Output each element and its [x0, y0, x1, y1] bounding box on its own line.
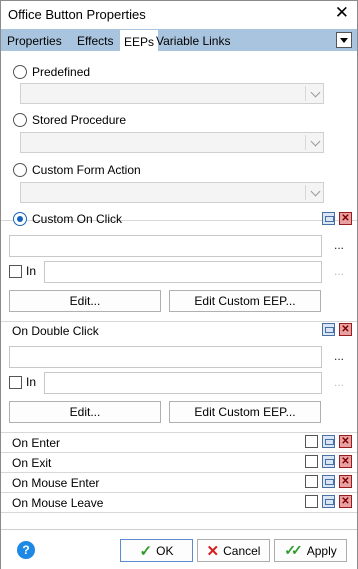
- section-divider: [1, 492, 357, 493]
- title-bar: Office Button Properties ✕: [1, 1, 357, 28]
- on-exit-label: On Exit: [12, 456, 52, 470]
- close-icon[interactable]: ✕: [335, 4, 349, 22]
- restore-icon[interactable]: [322, 323, 335, 336]
- restore-icon[interactable]: [322, 455, 335, 468]
- custom-on-click-label: Custom On Click: [32, 212, 123, 226]
- predefined-select[interactable]: [20, 83, 324, 104]
- predefined-label: Predefined: [32, 65, 91, 79]
- on-double-click-in-input[interactable]: [44, 372, 322, 394]
- on-mouse-leave-checkbox[interactable]: [305, 495, 318, 508]
- stored-procedure-radio[interactable]: [13, 113, 27, 127]
- dialog-footer: ? ✓ OK ✕ Cancel ✓✓ Apply: [1, 529, 357, 569]
- chevron-down-icon: [310, 87, 321, 98]
- apply-button[interactable]: ✓✓ Apply: [274, 539, 347, 562]
- ok-label: OK: [156, 543, 174, 558]
- delete-icon[interactable]: ✕: [339, 212, 352, 225]
- predefined-radio[interactable]: [13, 65, 27, 79]
- tab-properties[interactable]: Properties: [7, 32, 62, 51]
- on-double-click-edit-button[interactable]: Edit...: [9, 401, 161, 423]
- tab-effects[interactable]: Effects: [77, 32, 113, 51]
- section-divider: [1, 452, 357, 453]
- custom-form-action-label: Custom Form Action: [32, 163, 141, 177]
- on-mouse-enter-checkbox[interactable]: [305, 475, 318, 488]
- custom-on-click-in-input[interactable]: [44, 261, 322, 283]
- on-double-click-in-browse-button[interactable]: ...: [334, 375, 344, 389]
- delete-icon[interactable]: ✕: [339, 323, 352, 336]
- eeps-panel: Predefined Stored Procedure Custom Form …: [1, 51, 357, 529]
- apply-label: Apply: [306, 543, 337, 558]
- custom-on-click-edit-custom-eep-button[interactable]: Edit Custom EEP...: [169, 290, 321, 312]
- properties-dialog: Office Button Properties ✕ Properties Ef…: [0, 0, 358, 569]
- section-divider: [1, 512, 357, 513]
- section-divider: [1, 472, 357, 473]
- on-double-click-in-checkbox[interactable]: [9, 375, 22, 389]
- predefined-option[interactable]: Predefined: [13, 64, 90, 80]
- custom-on-click-in-checkbox[interactable]: [9, 264, 22, 278]
- delete-icon[interactable]: ✕: [339, 495, 352, 508]
- tab-strip: Properties Effects EEPs Variable Links: [1, 29, 357, 51]
- double-checkmark-icon: ✓✓: [284, 542, 303, 558]
- x-icon: ✕: [206, 542, 220, 560]
- on-double-click-in-label: In: [26, 375, 37, 389]
- stored-procedure-label: Stored Procedure: [32, 113, 127, 127]
- chevron-down-icon: [310, 186, 321, 197]
- cancel-label: Cancel: [223, 543, 261, 558]
- tab-overflow-dropdown-icon[interactable]: [336, 32, 352, 48]
- custom-on-click-edit-button[interactable]: Edit...: [9, 290, 161, 312]
- on-enter-checkbox[interactable]: [305, 435, 318, 448]
- window-title: Office Button Properties: [8, 7, 146, 22]
- custom-form-action-select[interactable]: [20, 182, 324, 203]
- combo-separator: [305, 86, 306, 101]
- custom-on-click-radio[interactable]: [13, 212, 27, 226]
- on-enter-label: On Enter: [12, 436, 61, 450]
- delete-icon[interactable]: ✕: [339, 435, 352, 448]
- on-double-click-label: On Double Click: [12, 324, 99, 338]
- stored-procedure-option[interactable]: Stored Procedure: [13, 112, 126, 128]
- restore-icon[interactable]: [322, 212, 335, 225]
- on-double-click-browse-button[interactable]: ...: [334, 349, 344, 363]
- chevron-down-icon: [310, 136, 321, 147]
- custom-on-click-in-label: In: [26, 264, 37, 278]
- stored-procedure-select[interactable]: [20, 132, 324, 153]
- help-icon[interactable]: ?: [17, 541, 35, 559]
- on-double-click-edit-custom-eep-button[interactable]: Edit Custom EEP...: [169, 401, 321, 423]
- custom-on-click-browse-button[interactable]: ...: [334, 238, 344, 252]
- custom-on-click-input[interactable]: [9, 235, 322, 257]
- combo-separator: [305, 185, 306, 200]
- restore-icon[interactable]: [322, 435, 335, 448]
- tab-eeps[interactable]: EEPs: [120, 30, 159, 51]
- on-mouse-leave-label: On Mouse Leave: [12, 496, 104, 510]
- custom-on-click-in-browse-button[interactable]: ...: [334, 264, 344, 278]
- custom-on-click-option[interactable]: Custom On Click: [13, 211, 122, 227]
- restore-icon[interactable]: [322, 495, 335, 508]
- tab-variable-links[interactable]: Variable Links: [156, 32, 230, 51]
- delete-icon[interactable]: ✕: [339, 475, 352, 488]
- custom-on-click-in-option[interactable]: In: [9, 264, 36, 278]
- custom-form-action-option[interactable]: Custom Form Action: [13, 162, 141, 178]
- section-divider: [1, 432, 357, 433]
- restore-icon[interactable]: [322, 475, 335, 488]
- section-divider: [1, 321, 357, 322]
- on-double-click-in-option[interactable]: In: [9, 375, 36, 389]
- on-exit-checkbox[interactable]: [305, 455, 318, 468]
- on-mouse-enter-label: On Mouse Enter: [12, 476, 100, 490]
- combo-separator: [305, 135, 306, 150]
- on-double-click-input[interactable]: [9, 346, 322, 368]
- custom-form-action-radio[interactable]: [13, 163, 27, 177]
- checkmark-icon: ✓: [139, 542, 153, 560]
- cancel-button[interactable]: ✕ Cancel: [197, 539, 270, 562]
- delete-icon[interactable]: ✕: [339, 455, 352, 468]
- ok-button[interactable]: ✓ OK: [120, 539, 193, 562]
